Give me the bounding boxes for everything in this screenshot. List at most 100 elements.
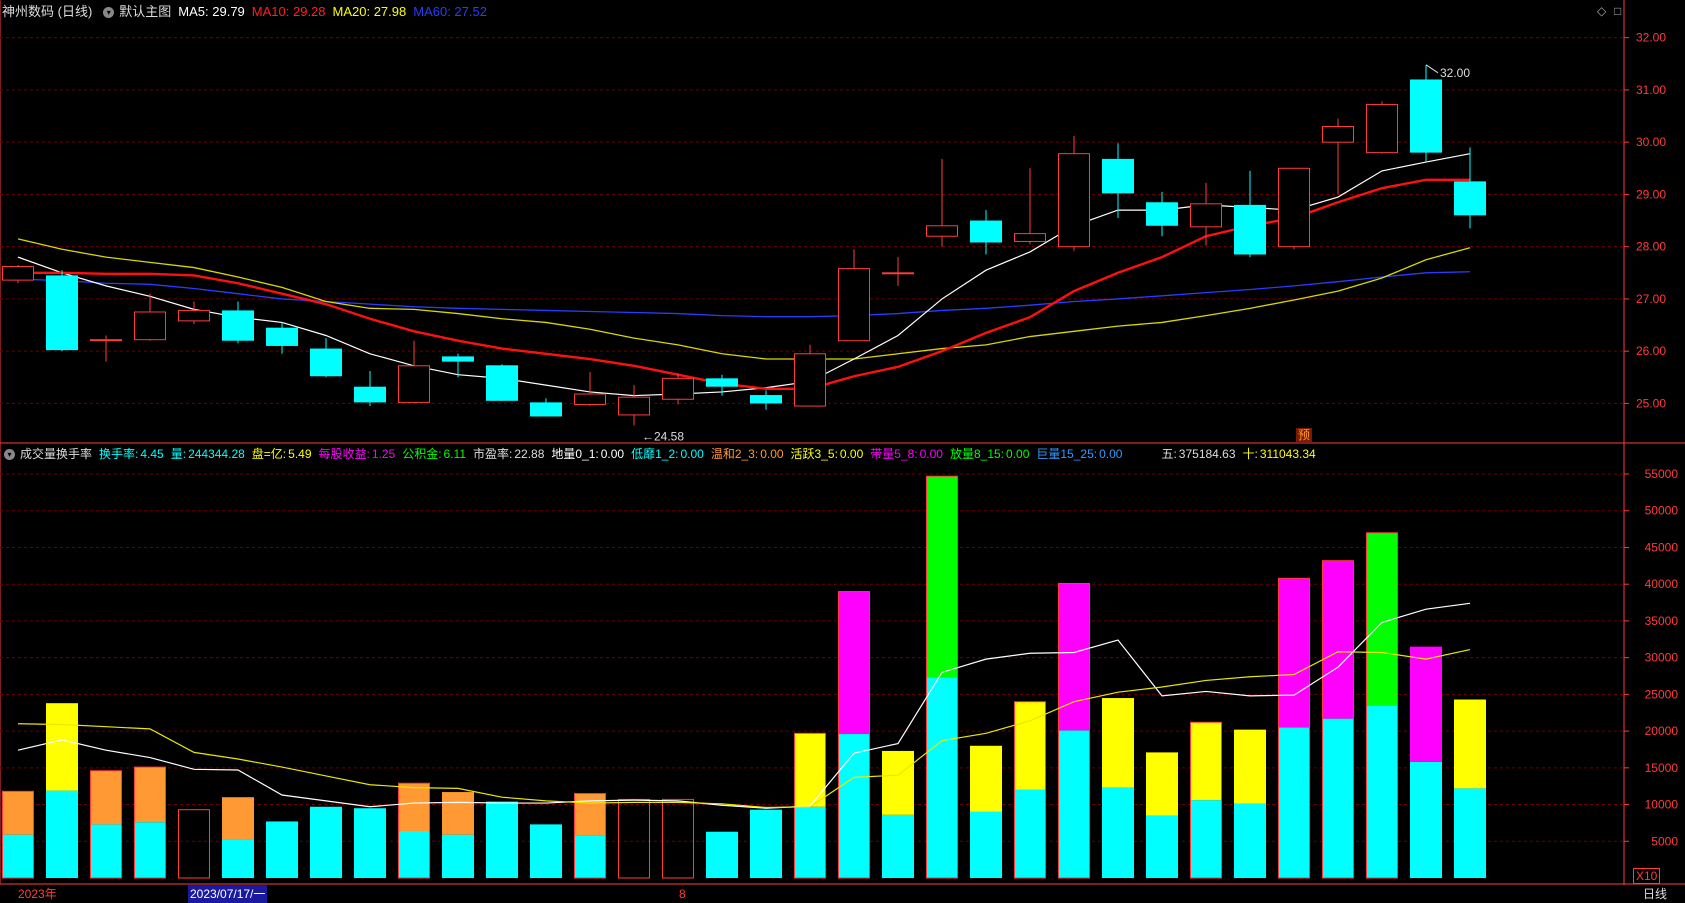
candle-down: [970, 220, 1002, 243]
period-label[interactable]: 日线: [1643, 885, 1667, 903]
volume-bar-base: [90, 824, 122, 878]
field-4-value: 6.11: [443, 447, 467, 461]
volume-tick-label: 5000: [1651, 834, 1678, 848]
volume-bar: [750, 809, 782, 878]
stock-title: 神州数码 (日线): [2, 4, 93, 19]
volume-bar-base: [1102, 787, 1134, 878]
candle-up: [398, 365, 430, 403]
ten-value: 311043.34: [1259, 447, 1316, 461]
volume-bar-base: [574, 835, 606, 878]
volume-bar-top: [398, 783, 430, 831]
field-4-label: 公积金:: [402, 447, 442, 461]
dropdown-icon[interactable]: ▾: [103, 6, 115, 18]
indicator-name[interactable]: 成交量换手率: [20, 445, 92, 463]
diamond-icon[interactable]: ◇: [1597, 4, 1606, 18]
volume-tick-label: 15000: [1645, 761, 1679, 775]
field-8-value: 0.00: [760, 447, 784, 461]
candle-up: [2, 266, 34, 281]
candle-down: [750, 395, 782, 404]
candle-up: [794, 353, 826, 407]
volume-bar-base: [1366, 705, 1398, 878]
field-11-value: 0.00: [1006, 447, 1030, 461]
volume-bar-base: [1058, 730, 1090, 878]
volume-bar-base: [442, 834, 474, 878]
volume-bar-base: [838, 734, 870, 878]
month-label: 8: [679, 887, 686, 901]
volume-bar-base: [1146, 815, 1178, 878]
ma10-label: MA10: 29.28: [251, 4, 326, 19]
volume-bar-top: [1102, 698, 1134, 788]
volume-bar-top: [794, 733, 826, 807]
candle-down: [1102, 158, 1134, 194]
volume-bar-base: [1190, 800, 1222, 878]
square-icon[interactable]: □: [1614, 4, 1621, 18]
volume-bar-top: [1190, 722, 1222, 801]
volume-bar-top: [442, 792, 474, 835]
field-10-value: 0.00: [919, 447, 943, 461]
volume-bar-base: [970, 811, 1002, 878]
field-12-value: 0.00: [1099, 447, 1123, 461]
dropdown-icon[interactable]: ▾: [4, 448, 15, 460]
volume-bar: [266, 821, 298, 878]
field-5-label: 市盈率:: [473, 447, 513, 461]
volume-bar-outline: [618, 798, 650, 879]
preview-marker: 预: [1298, 428, 1310, 442]
price-tick-label: 26.00: [1636, 344, 1666, 358]
volume-bar-base: [2, 834, 34, 878]
field-6-value: 0.00: [600, 447, 625, 461]
volume-bar-base: [398, 830, 430, 878]
main-header: 神州数码 (日线) ▾ 默认主图 MA5: 29.79 MA10: 29.28 …: [2, 3, 494, 21]
volume-bar-top: [1234, 729, 1266, 804]
multiplier-badge: X10: [1633, 868, 1661, 884]
five-value: 375184.63: [1178, 447, 1236, 461]
volume-bar-top: [90, 770, 122, 825]
ma20-label: MA20: 27.98: [332, 4, 407, 19]
field-0-label: 换手率:: [99, 447, 139, 461]
candle-down: [222, 310, 254, 341]
volume-bar-top: [134, 767, 166, 823]
volume-bar-base: [882, 814, 914, 878]
volume-tick-label: 50000: [1645, 504, 1679, 518]
price-tick-label: 32.00: [1636, 31, 1666, 45]
volume-bar: [706, 831, 738, 878]
candle-up: [1366, 104, 1398, 154]
field-0-value: 4.45: [140, 447, 164, 461]
year-label: 2023年: [18, 887, 57, 901]
volume-bar-top: [926, 476, 958, 678]
price-tick-label: 28.00: [1636, 240, 1666, 254]
template-name[interactable]: 默认主图: [119, 3, 171, 21]
volume-bar-top: [838, 591, 870, 735]
price-tick-label: 25.00: [1636, 396, 1666, 410]
ma60-label: MA60: 27.52: [413, 4, 487, 19]
volume-bar: [354, 808, 386, 878]
candle-up: [926, 225, 958, 237]
volume-bar: [486, 801, 518, 878]
field-1-label: 量:: [170, 447, 187, 461]
field-5-value: 22.88: [514, 447, 545, 461]
candle-up: [90, 339, 122, 342]
five-label: 五:: [1161, 447, 1177, 461]
candle-up: [178, 309, 210, 322]
candle-down: [1234, 204, 1266, 255]
volume-bar-top: [882, 750, 914, 815]
price-tick-label: 31.00: [1636, 83, 1666, 97]
candle-down: [310, 348, 342, 377]
candle-up: [662, 377, 694, 400]
field-10-label: 带量5_8:: [870, 447, 918, 461]
volume-bar-top: [1058, 583, 1090, 731]
ten-label: 十:: [1242, 447, 1258, 461]
volume-bar-base: [1322, 718, 1354, 878]
volume-tick-label: 45000: [1645, 540, 1679, 554]
field-6-label: 地量0_1:: [551, 447, 599, 461]
ma5-label: MA5: 29.79: [178, 4, 245, 19]
candle-up: [1278, 167, 1310, 248]
volume-tick-label: 30000: [1645, 651, 1679, 665]
volume-tick-label: 55000: [1645, 467, 1679, 481]
candle-down: [354, 386, 386, 403]
candle-up: [618, 396, 650, 416]
volume-tick-label: 25000: [1645, 687, 1679, 701]
volume-bar-base: [46, 790, 78, 878]
field-9-label: 活跃3_5:: [790, 447, 838, 461]
volume-tick-label: 40000: [1645, 577, 1679, 591]
volume-bar-top: [970, 745, 1002, 812]
